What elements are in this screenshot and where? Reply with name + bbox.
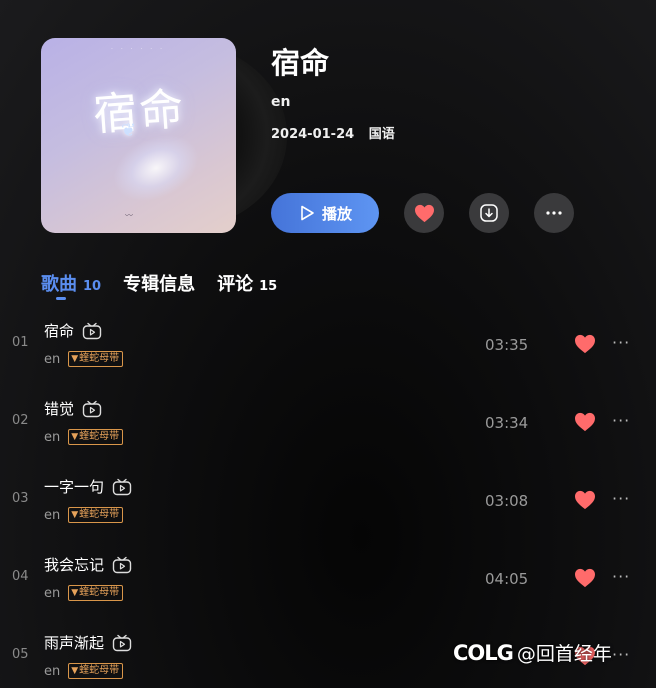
watermark: COLG @回首经年 — [453, 639, 612, 666]
song-subline: en ▼ 蝰蛇母带 — [44, 585, 124, 601]
song-title-text: 雨声渐起 — [44, 634, 105, 652]
active-tab-indicator — [56, 297, 66, 300]
song-duration: 03:08 — [485, 492, 529, 510]
quality-badge: ▼ 蝰蛇母带 — [68, 351, 124, 367]
heart-icon[interactable] — [574, 412, 596, 432]
play-button-label: 播放 — [321, 204, 352, 223]
song-row[interactable]: 01 宿命 en ▼ 蝰蛇母带 03:35 ··· — [0, 312, 656, 390]
play-all-button[interactable]: 播放 — [271, 193, 379, 233]
song-title[interactable]: 宿命 — [44, 320, 102, 341]
download-album-button[interactable] — [469, 193, 509, 233]
quality-badge-label: 蝰蛇母带 — [79, 353, 120, 364]
album-cover[interactable]: · · · · · · 宿命 ❦ 〰 — [41, 38, 236, 233]
more-icon[interactable]: ··· — [612, 489, 630, 508]
like-album-button[interactable] — [404, 193, 444, 233]
song-index: 05 — [12, 647, 29, 662]
more-icon — [546, 211, 562, 215]
song-index: 04 — [12, 569, 29, 584]
cover-small-text: · · · · · · — [111, 46, 165, 53]
album-release-date: 2024-01-24 — [271, 127, 355, 142]
mv-tv-icon[interactable] — [112, 556, 132, 574]
song-title-text: 我会忘记 — [44, 556, 105, 574]
song-row[interactable]: 02 错觉 en ▼ 蝰蛇母带 03:34 ··· — [0, 390, 656, 468]
more-icon[interactable]: ··· — [612, 567, 630, 586]
more-icon[interactable]: ··· — [612, 645, 630, 664]
song-title-text: 错觉 — [44, 400, 75, 418]
quality-badge-label: 蝰蛇母带 — [79, 587, 120, 598]
mv-tv-icon[interactable] — [112, 478, 132, 496]
viper-icon: ▼ — [71, 354, 79, 364]
tab-label: 评论 — [217, 274, 254, 295]
tab-label: 歌曲 — [41, 274, 77, 295]
quality-badge-label: 蝰蛇母带 — [79, 431, 120, 442]
more-icon[interactable]: ··· — [612, 411, 630, 430]
song-index: 03 — [12, 491, 29, 506]
play-icon — [298, 204, 316, 222]
tab-count: 10 — [83, 279, 102, 294]
quality-badge: ▼ 蝰蛇母带 — [68, 429, 124, 445]
album-title: 宿命 — [271, 46, 330, 80]
song-artist[interactable]: en — [44, 664, 60, 679]
song-title-text: 一字一句 — [44, 478, 105, 496]
song-title-text: 宿命 — [44, 322, 75, 340]
song-duration: 04:05 — [485, 570, 529, 588]
album-language: 国语 — [368, 127, 395, 142]
tab-label: 专辑信息 — [123, 274, 196, 295]
watermark-handle: @回首经年 — [516, 643, 612, 665]
butterfly-icon: ❦ — [121, 120, 137, 141]
cover-title-art: 宿命 — [91, 83, 187, 142]
song-duration: 03:34 — [485, 414, 529, 432]
song-artist[interactable]: en — [44, 352, 60, 367]
song-title[interactable]: 雨声渐起 — [44, 632, 132, 653]
song-title[interactable]: 一字一句 — [44, 476, 132, 497]
song-artist[interactable]: en — [44, 508, 60, 523]
heart-icon[interactable] — [574, 334, 596, 354]
song-title[interactable]: 错觉 — [44, 398, 102, 419]
quality-badge-label: 蝰蛇母带 — [79, 509, 120, 520]
tab-songs[interactable]: 歌曲 10 — [41, 270, 102, 300]
album-meta: 2024-01-24 国语 — [271, 123, 395, 142]
viper-icon: ▼ — [71, 432, 79, 442]
song-row[interactable]: 04 我会忘记 en ▼ 蝰蛇母带 04:05 ··· — [0, 546, 656, 624]
album-tabs: 歌曲 10 专辑信息 评论 15 — [41, 270, 299, 300]
song-index: 01 — [12, 335, 29, 350]
song-row[interactable]: 03 一字一句 en ▼ 蝰蛇母带 03:08 ··· — [0, 468, 656, 546]
cover-signature: 〰 — [125, 211, 133, 220]
song-index: 02 — [12, 413, 29, 428]
heart-icon[interactable] — [574, 568, 596, 588]
tab-album-info[interactable]: 专辑信息 — [123, 270, 195, 296]
viper-icon: ▼ — [71, 588, 79, 598]
song-title[interactable]: 我会忘记 — [44, 554, 132, 575]
song-duration: 03:35 — [485, 336, 529, 354]
quality-badge: ▼ 蝰蛇母带 — [68, 585, 124, 601]
more-icon[interactable]: ··· — [612, 333, 630, 352]
quality-badge: ▼ 蝰蛇母带 — [68, 663, 124, 679]
watermark-logo: COLG — [453, 640, 514, 665]
song-artist[interactable]: en — [44, 586, 60, 601]
song-subline: en ▼ 蝰蛇母带 — [44, 429, 124, 445]
song-subline: en ▼ 蝰蛇母带 — [44, 663, 124, 679]
mv-tv-icon[interactable] — [82, 400, 102, 418]
song-subline: en ▼ 蝰蛇母带 — [44, 351, 124, 367]
viper-icon: ▼ — [71, 510, 79, 520]
more-options-button[interactable] — [534, 193, 574, 233]
download-icon — [479, 203, 499, 223]
heart-icon[interactable] — [574, 490, 596, 510]
viper-icon: ▼ — [71, 666, 79, 676]
quality-badge-label: 蝰蛇母带 — [79, 665, 120, 676]
song-subline: en ▼ 蝰蛇母带 — [44, 507, 124, 523]
mv-tv-icon[interactable] — [112, 634, 132, 652]
mv-tv-icon[interactable] — [82, 322, 102, 340]
tab-count: 15 — [259, 279, 278, 294]
album-artist[interactable]: en — [271, 94, 290, 110]
heart-icon — [414, 204, 435, 223]
tab-comments[interactable]: 评论 15 — [217, 270, 277, 296]
song-artist[interactable]: en — [44, 430, 60, 445]
album-cover-area: · · · · · · 宿命 ❦ 〰 — [41, 38, 287, 234]
quality-badge: ▼ 蝰蛇母带 — [68, 507, 124, 523]
